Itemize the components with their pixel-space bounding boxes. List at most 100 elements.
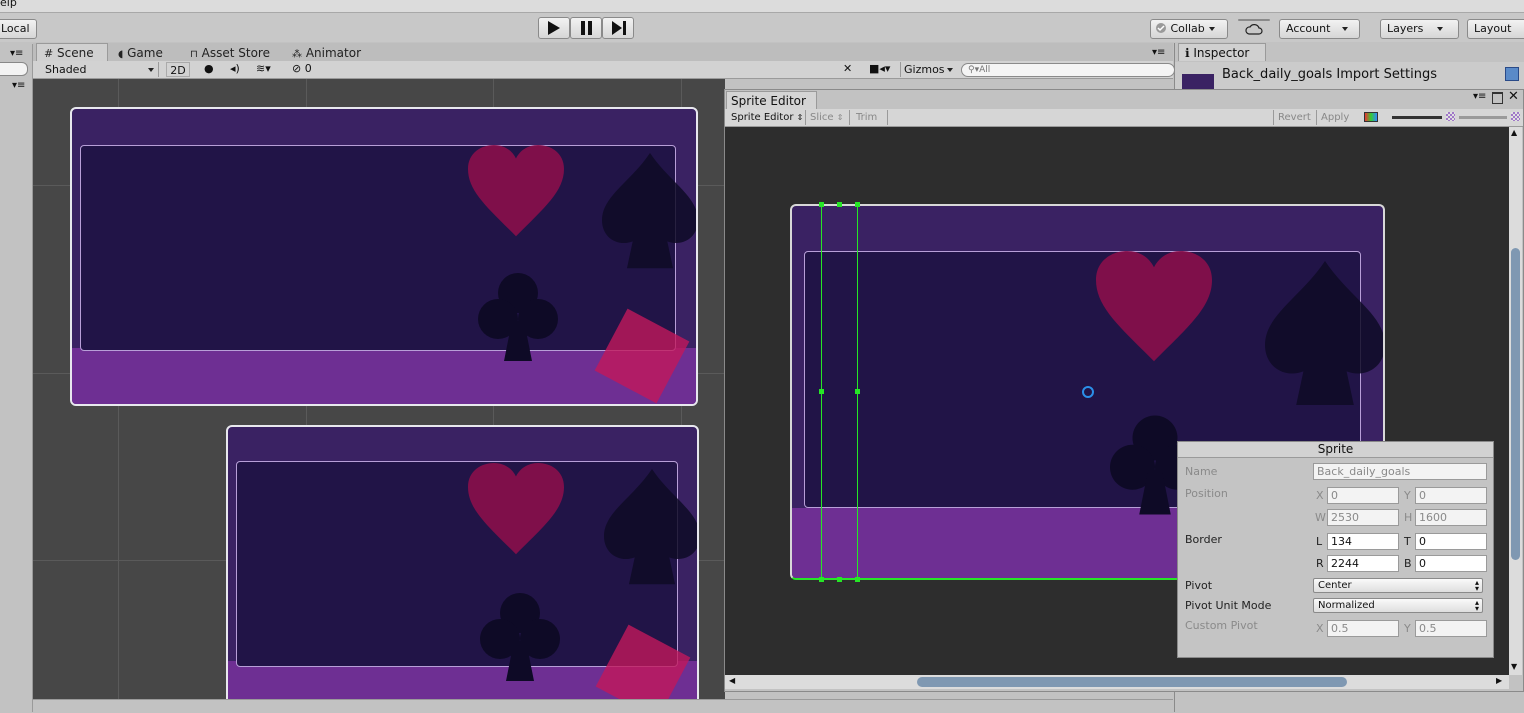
pivot-unit-mode-dropdown[interactable]: Normalized ▴ ▾ bbox=[1313, 598, 1483, 613]
name-field[interactable]: Back_daily_goals bbox=[1313, 463, 1487, 480]
custom-pivot-label: Custom Pivot bbox=[1185, 619, 1258, 632]
settings-icon[interactable] bbox=[1505, 67, 1519, 81]
pause-button[interactable] bbox=[570, 17, 602, 39]
border-handle[interactable] bbox=[855, 389, 860, 394]
audio-icon[interactable]: ◂) bbox=[230, 62, 240, 75]
bag-icon: ⊓ bbox=[190, 49, 198, 60]
step-button[interactable] bbox=[602, 17, 634, 39]
border-handle[interactable] bbox=[819, 389, 824, 394]
border-t-label: T bbox=[1404, 535, 1411, 548]
tools-icon[interactable]: ✕ bbox=[843, 62, 852, 75]
scene-sprite-back-daily-goals-copy[interactable] bbox=[226, 425, 699, 699]
cloud-button[interactable] bbox=[1238, 19, 1270, 35]
tab-scene[interactable]: # Scene bbox=[38, 44, 100, 62]
scroll-right-arrow[interactable]: ▶ bbox=[1496, 676, 1502, 685]
border-t-field[interactable]: 0 bbox=[1415, 533, 1487, 550]
sprite-editor-tab[interactable]: Sprite Editor bbox=[726, 91, 817, 109]
apply-button[interactable]: Apply bbox=[1316, 110, 1356, 125]
play-button[interactable] bbox=[538, 17, 570, 39]
layout-button[interactable]: Layout bbox=[1467, 19, 1524, 39]
sprite-editor-mode-dropdown[interactable]: Sprite Editor ⇕ bbox=[728, 110, 806, 125]
heart-decoration bbox=[1096, 251, 1212, 362]
position-x-label: X bbox=[1316, 489, 1324, 502]
status-bar bbox=[33, 699, 1173, 713]
revert-button[interactable]: Revert bbox=[1273, 110, 1313, 125]
lighting-icon[interactable]: ● bbox=[204, 62, 214, 75]
close-icon[interactable]: ✕ bbox=[1508, 89, 1519, 104]
tab-asset-store[interactable]: ⊓ Asset Store bbox=[184, 44, 276, 62]
spade-decoration bbox=[1265, 261, 1383, 405]
border-handle[interactable] bbox=[837, 577, 842, 582]
border-r-field[interactable]: 2244 bbox=[1327, 555, 1399, 572]
scroll-down-arrow[interactable]: ▼ bbox=[1511, 662, 1517, 671]
size-h-field[interactable]: 1600 bbox=[1415, 509, 1487, 526]
layout-label: Layout bbox=[1474, 22, 1512, 35]
custom-pivot-y-field[interactable]: 0.5 bbox=[1415, 620, 1487, 637]
tab-asset-store-label: Asset Store bbox=[201, 46, 270, 60]
account-button[interactable]: Account bbox=[1279, 19, 1360, 39]
spade-decoration bbox=[602, 153, 696, 269]
pivot-unit-mode-label: Pivot Unit Mode bbox=[1185, 599, 1272, 612]
scene-sprite-back-daily-goals[interactable] bbox=[70, 107, 698, 406]
hierarchy-options-icon[interactable]: ▾≡ bbox=[12, 80, 25, 91]
window-menu-icon[interactable]: ▾≡ bbox=[1473, 91, 1486, 102]
hidden-objects-toggle[interactable]: ⊘ 0 bbox=[292, 62, 312, 75]
scene-tab-menu-icon[interactable]: ▾≡ bbox=[1152, 47, 1165, 58]
scene-search-input[interactable]: ⚲▾All bbox=[961, 63, 1175, 77]
size-w-field[interactable]: 2530 bbox=[1327, 509, 1399, 526]
tab-game[interactable]: ◖ Game bbox=[112, 44, 169, 62]
toggle-2d-button[interactable]: 2D bbox=[166, 62, 190, 77]
border-handle[interactable] bbox=[855, 577, 860, 582]
position-y-label: Y bbox=[1404, 489, 1411, 502]
mode-dropdown-label: Sprite Editor bbox=[731, 112, 794, 123]
border-handle[interactable] bbox=[855, 202, 860, 207]
effects-icon[interactable]: ≋▾ bbox=[256, 62, 271, 75]
position-x-field[interactable]: 0 bbox=[1327, 487, 1399, 504]
scroll-left-arrow[interactable]: ◀ bbox=[729, 676, 735, 685]
custom-pivot-x-label: X bbox=[1316, 622, 1324, 635]
collab-button[interactable]: Collab bbox=[1150, 19, 1228, 39]
border-handle[interactable] bbox=[819, 577, 824, 582]
hierarchy-search[interactable] bbox=[0, 62, 28, 76]
border-b-field[interactable]: 0 bbox=[1415, 555, 1487, 572]
trim-button[interactable]: Trim bbox=[856, 110, 888, 125]
gizmos-dropdown[interactable]: Gizmos bbox=[900, 62, 954, 77]
tab-game-label: Game bbox=[127, 46, 163, 60]
position-y-field[interactable]: 0 bbox=[1415, 487, 1487, 504]
custom-pivot-y-label: Y bbox=[1404, 622, 1411, 635]
maximize-icon[interactable] bbox=[1492, 92, 1503, 104]
cloud-icon bbox=[1245, 24, 1263, 35]
color-channel-icon[interactable] bbox=[1364, 112, 1378, 122]
camera-icon[interactable]: ■◂▾ bbox=[869, 62, 890, 75]
horizontal-scroll-thumb[interactable] bbox=[917, 677, 1347, 687]
hierarchy-menu-icon[interactable]: ▾≡ bbox=[10, 48, 23, 59]
updown-icon: ▴ ▾ bbox=[1474, 598, 1479, 613]
border-handle[interactable] bbox=[837, 202, 842, 207]
inspector-tab[interactable]: ℹ Inspector bbox=[1178, 43, 1266, 61]
border-l-field[interactable]: 134 bbox=[1327, 533, 1399, 550]
slice-dropdown[interactable]: Slice ⇕ bbox=[810, 110, 850, 125]
pivot-unit-mode-value: Normalized bbox=[1318, 600, 1375, 611]
card-inner-panel bbox=[80, 145, 676, 351]
tab-animator[interactable]: ⁂ Animator bbox=[286, 44, 367, 62]
step-icon bbox=[612, 21, 626, 35]
inspector-tab-label: Inspector bbox=[1193, 46, 1250, 60]
pivot-mode-button[interactable]: Local bbox=[0, 19, 37, 39]
vertical-scroll-thumb[interactable] bbox=[1511, 248, 1520, 560]
custom-pivot-x-field[interactable]: 0.5 bbox=[1327, 620, 1399, 637]
scroll-up-arrow[interactable]: ▲ bbox=[1511, 128, 1517, 137]
layers-button[interactable]: Layers bbox=[1380, 19, 1459, 39]
scene-view[interactable] bbox=[33, 79, 725, 699]
border-handle[interactable] bbox=[819, 202, 824, 207]
slice-label: Slice bbox=[810, 112, 834, 123]
pivot-value: Center bbox=[1318, 580, 1352, 591]
pivot-dropdown[interactable]: Center ▴ ▾ bbox=[1313, 578, 1483, 593]
name-label: Name bbox=[1185, 465, 1218, 478]
nodes-icon: ⁂ bbox=[292, 49, 302, 60]
updown-icon: ▴ ▾ bbox=[1474, 578, 1479, 593]
zoom-slider[interactable] bbox=[1392, 116, 1442, 119]
help-menu[interactable]: elp bbox=[0, 0, 17, 9]
draw-mode-dropdown[interactable]: Shaded bbox=[39, 62, 159, 77]
mip-slider[interactable] bbox=[1459, 116, 1507, 119]
pivot-handle[interactable] bbox=[1082, 386, 1094, 398]
